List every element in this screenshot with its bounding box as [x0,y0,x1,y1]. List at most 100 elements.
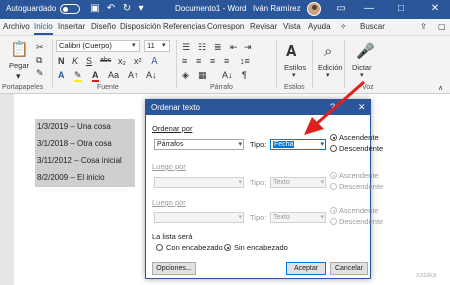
decrease-indent-icon[interactable]: ⇤ [230,42,238,52]
maximize-button[interactable]: □ [394,2,408,16]
then-type-select[interactable]: Texto ▾ [270,177,326,188]
align-right-icon[interactable]: ≡ [210,56,215,66]
group-portapapeles: Portapapeles [2,84,44,91]
paste-dropdown-icon[interactable]: ▾ [16,71,21,81]
autosave-toggle[interactable] [60,4,80,14]
then-descending-radio[interactable] [330,183,337,190]
font-color-icon[interactable]: A [92,70,99,82]
save-icon[interactable]: ▣ [88,2,102,16]
avatar[interactable] [307,2,321,16]
font-name-dropdown-icon[interactable]: ▾ [132,41,136,51]
descending-label: Descendente [339,144,384,153]
document-line[interactable]: 8/2/2009 – El inicio [35,172,107,183]
then-type2-value: Texto [273,214,290,221]
then2-ascending-radio[interactable] [330,207,337,214]
collapse-ribbon-icon[interactable]: ∧ [438,84,443,94]
tab-revisar[interactable]: Revisar [250,22,277,31]
ribbon-display-icon[interactable]: ▭ [334,2,348,16]
show-marks-icon[interactable]: ¶ [242,70,247,80]
shading-icon[interactable]: ◈ [182,70,189,80]
with-header-radio[interactable] [156,244,163,251]
editing-button[interactable]: Edición [318,63,343,72]
undo-icon[interactable]: ↶ [104,2,118,16]
numbering-icon[interactable]: ☷ [198,42,206,52]
type-select[interactable]: Fecha ▾ [270,139,326,150]
close-button[interactable]: ✕ [428,2,442,16]
italic-button[interactable]: K [72,56,78,66]
paste-button[interactable]: Pegar [9,61,29,70]
copy-icon[interactable]: ⧉ [36,55,42,65]
multilevel-list-icon[interactable]: ≣ [214,42,222,52]
align-left-icon[interactable]: ≡ [182,56,187,66]
increase-indent-icon[interactable]: ⇥ [244,42,252,52]
tab-ayuda[interactable]: Ayuda [308,22,331,31]
ok-button[interactable]: Aceptar [286,262,326,275]
cut-icon[interactable]: ✂ [36,42,44,52]
tab-vista[interactable]: Vista [283,22,301,31]
chevron-down-icon: ▾ [320,179,324,186]
then-ascending-radio[interactable] [330,172,337,179]
cancel-button[interactable]: Cancelar [330,262,368,275]
font-name-value: Calibri (Cuerpo) [59,41,112,50]
styles-icon[interactable]: 𝐀 [286,44,296,60]
clipboard-icon[interactable]: 📋 [10,42,29,58]
sort-icon[interactable]: A↓ [222,70,233,80]
then-by2-select[interactable]: ▾ [154,212,244,223]
chevron-down-icon: ▾ [238,141,242,148]
microphone-icon[interactable]: 🎤 [356,44,375,60]
format-painter-icon[interactable]: ✎ [36,68,44,78]
document-line[interactable]: 3/1/2018 – Otra cosa [35,138,114,149]
document-line[interactable]: 1/3/2019 – Una cosa [35,121,113,132]
tab-referencias[interactable]: Referencias [163,22,206,31]
then2-descending-radio[interactable] [330,218,337,225]
text-effects-icon[interactable]: A [58,70,65,80]
sort-by-select[interactable]: Párrafos ▾ [154,139,244,150]
superscript-button[interactable]: x² [134,56,142,66]
font-size-dropdown-icon[interactable]: ▾ [162,41,166,51]
subscript-button[interactable]: x₂ [118,56,126,66]
shrink-font-icon[interactable]: A↓ [146,70,157,80]
then-by-label: Luego por [152,162,186,171]
font-size-combo[interactable]: 11 [144,40,170,52]
bold-button[interactable]: N [58,56,65,66]
chevron-down-icon: ▾ [238,179,242,186]
tab-disposicion[interactable]: Disposición [120,22,161,31]
borders-icon[interactable]: ▦ [198,70,207,80]
tab-inicio[interactable]: Inicio [34,22,53,35]
underline-button[interactable]: S [86,56,92,66]
align-center-icon[interactable]: ≡ [196,56,201,66]
descending-radio[interactable] [330,145,337,152]
clear-format-icon[interactable]: Ａ [150,56,159,66]
comments-icon[interactable]: ▢ [438,22,446,31]
editing-icon[interactable]: ⌕ [324,44,332,60]
minimize-button[interactable]: — [362,2,376,16]
then-type2-select[interactable]: Texto ▾ [270,212,326,223]
change-case-icon[interactable]: Aa [108,70,119,80]
tab-correspondencia[interactable]: Correspon [207,22,244,31]
then-by-select[interactable]: ▾ [154,177,244,188]
options-button[interactable]: Opciones... [152,262,196,275]
share-icon[interactable]: ⇪ [420,22,427,31]
no-header-radio[interactable] [224,244,231,251]
title-bar: Autoguardado ▣ ↶ ↻ ▾ Documento1 - Word I… [0,0,450,19]
search-label[interactable]: Buscar [360,22,385,31]
highlight-icon[interactable]: ✎ [74,70,82,82]
document-line[interactable]: 3/11/2012 – Cosa inicial [35,155,124,166]
annotation-arrow-icon [304,80,365,135]
arrow-shaft [313,80,365,128]
grow-font-icon[interactable]: A↑ [128,70,139,80]
user-name[interactable]: Iván Ramírez [253,4,301,13]
tab-diseno[interactable]: Diseño [91,22,116,31]
redo-icon[interactable]: ↻ [120,2,134,16]
bullets-icon[interactable]: ☰ [182,42,190,52]
tab-insertar[interactable]: Insertar [58,22,85,31]
justify-icon[interactable]: ≡ [224,56,229,66]
tab-archivo[interactable]: Archivo [3,22,30,31]
customize-toolbar-icon[interactable]: ▾ [134,2,148,16]
lightbulb-icon[interactable]: ✧ [340,22,347,31]
then2-descending-label: Descendente [339,217,384,226]
strikethrough-button[interactable]: abc [100,56,111,66]
font-name-combo[interactable]: Calibri (Cuerpo) [56,40,140,52]
styles-dropdown-icon[interactable]: ▾ [292,71,296,81]
line-spacing-icon[interactable]: ↕≡ [240,56,250,66]
